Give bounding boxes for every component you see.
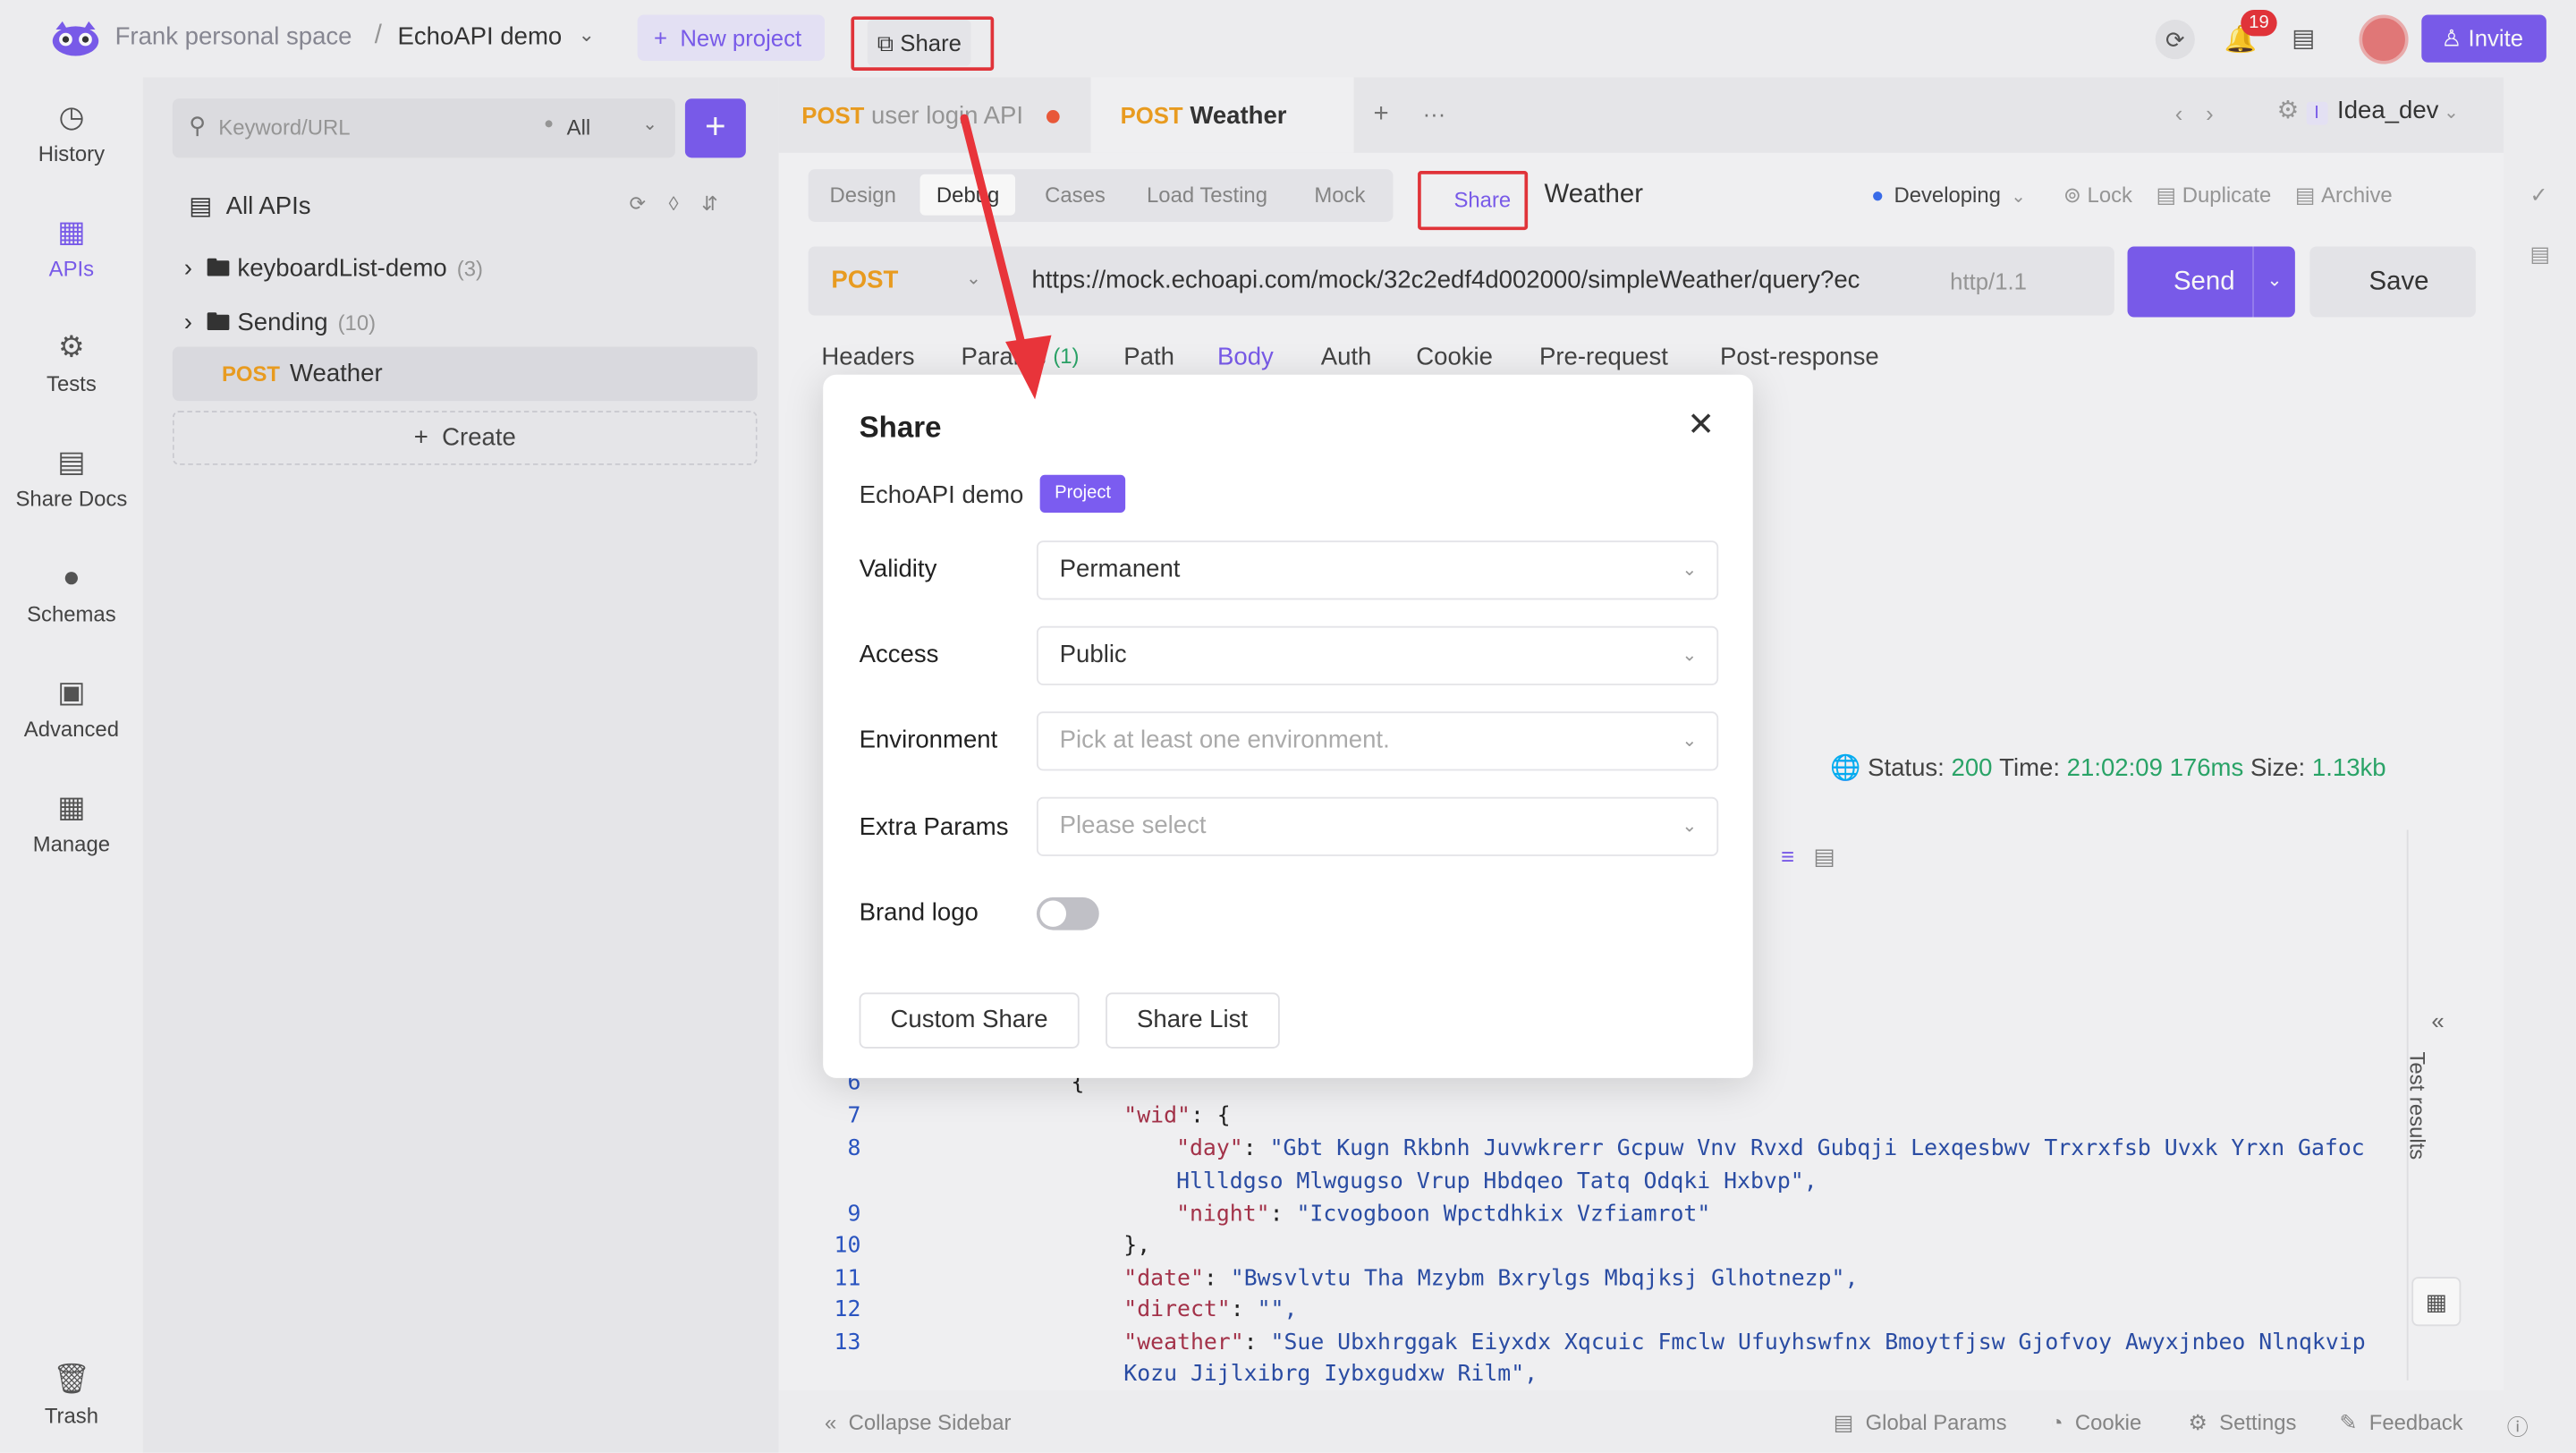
brand-logo-label: Brand logo	[859, 898, 979, 927]
share-list-button[interactable]: Share List	[1106, 992, 1279, 1049]
custom-share-button[interactable]: Custom Share	[859, 992, 1080, 1049]
toggle-knob	[1039, 900, 1067, 927]
chevron-down-icon: ⌄	[1682, 645, 1698, 666]
environment-select[interactable]: Pick at least one environment. ⌄	[1036, 711, 1719, 771]
extra-params-label: Extra Params	[859, 813, 1009, 842]
brand-logo-toggle[interactable]	[1036, 896, 1099, 930]
extra-params-placeholder: Please select	[1059, 811, 1207, 840]
validity-label: Validity	[859, 555, 937, 584]
validity-select[interactable]: Permanent ⌄	[1036, 540, 1719, 600]
environment-placeholder: Pick at least one environment.	[1059, 726, 1390, 755]
chevron-down-icon: ⌄	[1682, 560, 1698, 581]
share-dialog: Share ✕ EchoAPI demo Project Validity Pe…	[823, 374, 1753, 1078]
chevron-down-icon: ⌄	[1682, 731, 1698, 752]
environment-label: Environment	[859, 726, 998, 755]
extra-params-select[interactable]: Please select ⌄	[1036, 796, 1719, 856]
access-select[interactable]: Public ⌄	[1036, 625, 1719, 685]
chevron-down-icon: ⌄	[1682, 816, 1698, 837]
close-icon[interactable]: ✕	[1687, 404, 1715, 446]
dialog-project-name: EchoAPI demo	[859, 481, 1024, 510]
dialog-title: Share	[859, 411, 942, 444]
access-label: Access	[859, 641, 939, 669]
project-badge: Project	[1039, 474, 1126, 514]
validity-value: Permanent	[1059, 555, 1181, 584]
access-value: Public	[1059, 641, 1127, 669]
